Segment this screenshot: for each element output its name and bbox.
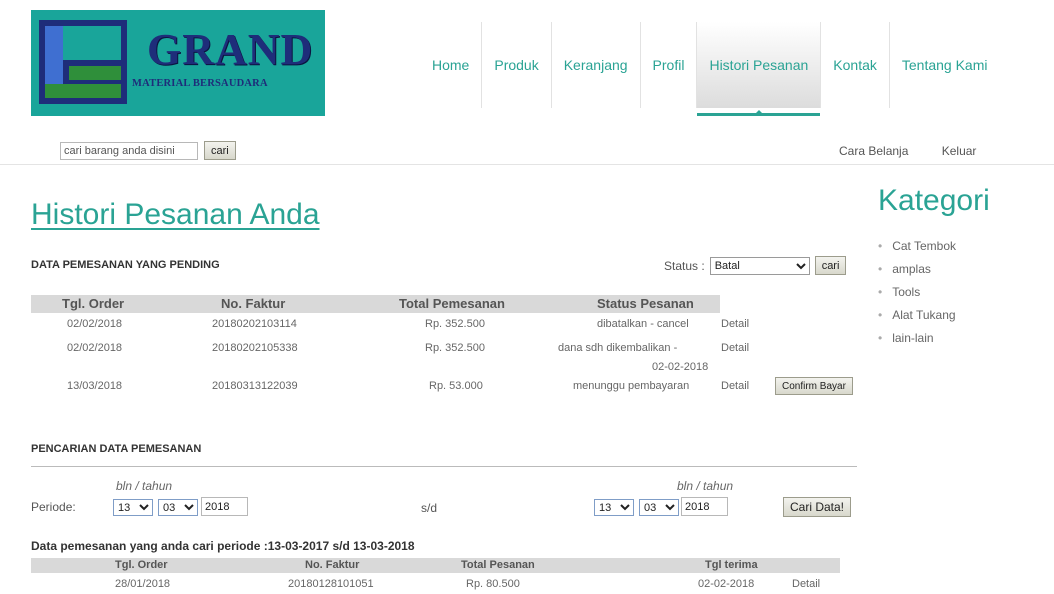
to-day-select[interactable]: 13 — [594, 499, 634, 516]
kategori-list: Cat Tembok amplas Tools Alat Tukang lain… — [878, 238, 956, 353]
table-row-date: 28/01/2018 — [115, 578, 171, 590]
table-row-total: Rp. 80.500 — [466, 578, 520, 590]
pending-table-header: Tgl. Order No. Faktur Total Pemesanan St… — [31, 295, 720, 313]
pending-section-label: DATA PEMESANAN YANG PENDING — [31, 259, 220, 271]
detail-link[interactable]: Detail — [721, 318, 749, 330]
from-hint: bln / tahun — [116, 479, 173, 493]
status-filter: Status : Batal cari — [664, 256, 847, 275]
page-title: Histori Pesanan Anda — [31, 198, 320, 231]
table-row-terima: 02-02-2018 — [698, 578, 755, 590]
header-total-pemesanan: Total Pemesanan — [399, 296, 505, 311]
table-row-total: Rp. 352.500 — [425, 318, 485, 330]
search-input[interactable] — [60, 141, 198, 160]
header-status-pesanan: Status Pesanan — [597, 296, 694, 311]
detail-link[interactable]: Detail — [721, 342, 749, 354]
from-day-select[interactable]: 13 — [113, 499, 153, 516]
table-row-total: Rp. 352.500 — [425, 342, 485, 354]
from-month-select[interactable]: 03 — [158, 499, 198, 516]
nav-kontak[interactable]: Kontak — [820, 22, 889, 108]
detail-link[interactable]: Detail — [721, 380, 749, 392]
table-row-date: 02/02/2018 — [67, 318, 123, 330]
kategori-item[interactable]: amplas — [878, 261, 956, 284]
to-hint: bln / tahun — [677, 479, 734, 493]
nav-histori-pesanan[interactable]: Histori Pesanan — [696, 22, 821, 116]
table-row-date: 02/02/2018 — [67, 342, 123, 354]
kategori-title: Kategori — [878, 184, 990, 217]
cari-data-button[interactable]: Cari Data! — [783, 497, 852, 517]
status-cari-button[interactable]: cari — [814, 256, 847, 275]
table-row-date: 13/03/2018 — [67, 380, 123, 392]
product-search: cari — [60, 141, 236, 160]
table-row-status-date: 02-02-2018 — [652, 361, 709, 373]
table-row-status: dibatalkan - cancel — [597, 318, 689, 330]
kategori-item[interactable]: Tools — [878, 284, 956, 307]
table-row-faktur: 20180202103114 — [212, 318, 297, 330]
periode-label: Periode: — [31, 500, 76, 514]
keluar-link[interactable]: Keluar — [942, 144, 977, 158]
detail-link[interactable]: Detail — [792, 578, 820, 590]
table-row-faktur: 20180202105338 — [212, 342, 298, 354]
nav-keranjang[interactable]: Keranjang — [550, 22, 640, 108]
confirm-bayar-button[interactable]: Confirm Bayar — [775, 377, 853, 395]
table-row-status: menunggu pembayaran — [573, 380, 690, 392]
to-year-input[interactable] — [681, 497, 728, 516]
cara-belanja-link[interactable]: Cara Belanja — [839, 144, 908, 158]
status-label: Status : — [664, 258, 705, 273]
header-tgl-terima: Tgl terima — [705, 559, 758, 571]
nav-profil[interactable]: Profil — [639, 22, 697, 108]
to-month-select[interactable]: 03 — [639, 499, 679, 516]
logo-mark-icon — [39, 20, 127, 104]
table-row-status: dana sdh dikembalikan - — [558, 342, 678, 354]
brand-logo[interactable]: GRAND MATERIAL BERSAUDARA — [31, 10, 325, 116]
search-section-label: PENCARIAN DATA PEMESANAN — [31, 443, 202, 455]
header-tgl-order: Tgl. Order — [62, 296, 125, 311]
header-no-faktur: No. Faktur — [221, 296, 286, 311]
table-row-faktur: 20180128101051 — [288, 578, 374, 590]
header-total-pesanan: Total Pesanan — [461, 559, 535, 571]
kategori-item[interactable]: Alat Tukang — [878, 307, 956, 330]
nav-tentang-kami[interactable]: Tentang Kami — [888, 22, 1000, 108]
search-button[interactable]: cari — [204, 141, 236, 160]
brand-title: GRAND — [147, 25, 314, 74]
table-row-total: Rp. 53.000 — [429, 380, 483, 392]
nav-produk[interactable]: Produk — [481, 22, 550, 108]
result-table-header: Tgl. Order No. Faktur Total Pesanan Tgl … — [31, 558, 840, 573]
result-title: Data pemesanan yang anda cari periode :1… — [31, 539, 415, 553]
nav-home[interactable]: Home — [420, 22, 481, 108]
top-links: Cara Belanja Keluar — [839, 144, 1006, 158]
from-year-input[interactable] — [201, 497, 248, 516]
main-nav: Home Produk Keranjang Profil Histori Pes… — [420, 22, 999, 122]
kategori-item[interactable]: lain-lain — [878, 330, 956, 353]
brand-subtitle: MATERIAL BERSAUDARA — [132, 78, 268, 89]
header-no-faktur: No. Faktur — [305, 559, 360, 571]
search-divider — [31, 466, 857, 467]
status-select[interactable]: Batal — [709, 256, 810, 275]
table-row-faktur: 20180313122039 — [212, 380, 298, 392]
period-separator: s/d — [421, 501, 438, 515]
header-divider — [0, 164, 1054, 165]
kategori-item[interactable]: Cat Tembok — [878, 238, 956, 261]
header-tgl-order: Tgl. Order — [115, 559, 168, 571]
